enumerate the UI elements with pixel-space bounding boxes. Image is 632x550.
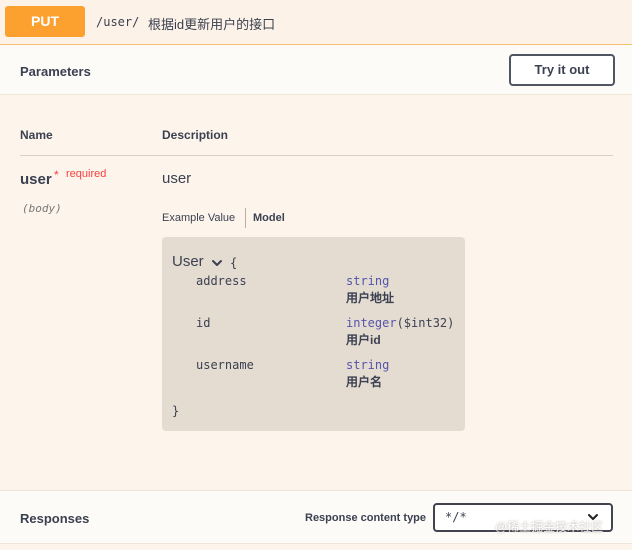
required-label: required: [66, 168, 107, 180]
tab-example-value[interactable]: Example Value: [162, 212, 235, 224]
param-name: user: [20, 171, 52, 188]
content-type-value: */*: [445, 510, 467, 524]
property-name: username: [196, 358, 254, 372]
header-divider: [20, 155, 613, 156]
model-schema-box: User { address string 用户地址 id integer($i…: [162, 237, 465, 431]
tab-model[interactable]: Model: [253, 212, 285, 224]
parameters-title: Parameters: [20, 64, 91, 79]
required-star: *: [54, 168, 59, 182]
responses-title: Responses: [20, 511, 90, 526]
property-description: 用户地址: [346, 291, 395, 305]
param-location: (body): [22, 202, 62, 215]
property-description: 用户id: [346, 333, 381, 347]
column-header-name: Name: [20, 128, 53, 142]
property-type: string: [346, 274, 390, 288]
property-description: 用户名: [346, 375, 383, 389]
method-badge: PUT: [5, 6, 85, 37]
responses-header: Responses Response content type */*: [0, 490, 632, 544]
parameters-header: Parameters Try it out: [0, 45, 632, 95]
tab-divider: [245, 208, 246, 228]
content-type-label: Response content type: [305, 512, 427, 524]
chevron-down-icon[interactable]: [210, 256, 224, 270]
operation-summary[interactable]: PUT /user/ 根据id更新用户的接口: [0, 0, 632, 45]
property-name: id: [196, 316, 211, 330]
watermark: @稀土掘金技术社区: [495, 520, 604, 534]
property-name: address: [196, 274, 247, 288]
column-header-description: Description: [162, 128, 229, 142]
operation-summary-text: 根据id更新用户的接口: [148, 17, 276, 32]
param-description: user: [162, 170, 192, 187]
property-type: string: [346, 358, 390, 372]
try-it-out-button[interactable]: Try it out: [509, 54, 615, 86]
model-close-brace: }: [172, 404, 180, 418]
model-name[interactable]: User: [172, 253, 204, 270]
operation-path: /user/: [96, 15, 140, 29]
model-open-brace: {: [230, 256, 238, 270]
property-type: integer($int32): [346, 316, 455, 330]
